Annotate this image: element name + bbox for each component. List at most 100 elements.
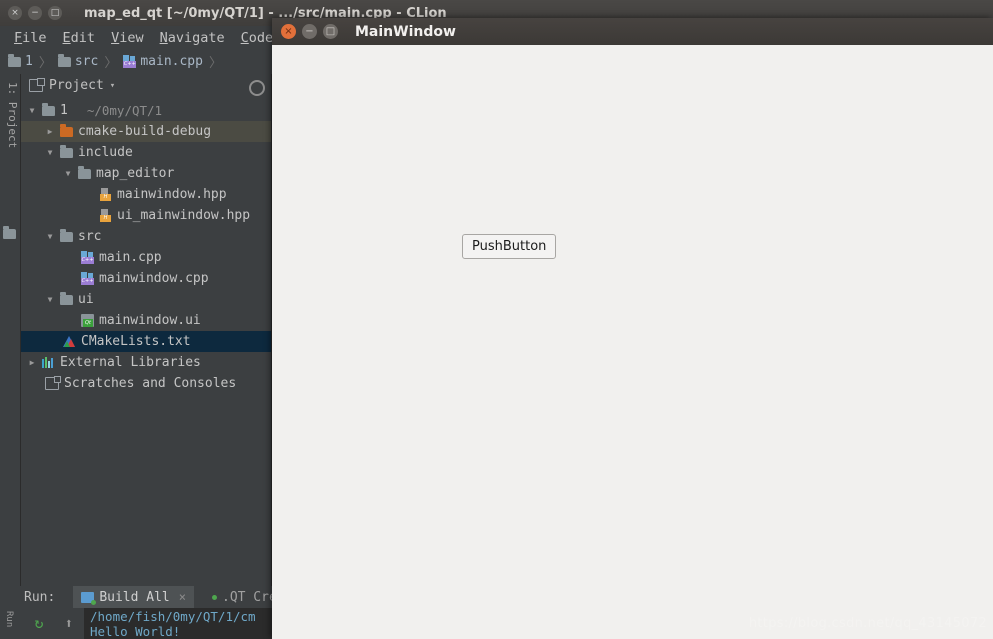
qt-titlebar: × − □ MainWindow bbox=[272, 18, 993, 45]
cpp-file-icon: C++ bbox=[123, 55, 137, 68]
tree-expand-arrow[interactable]: ▼ bbox=[63, 169, 73, 178]
status-dot-icon bbox=[212, 594, 217, 600]
project-tree[interactable]: ▼ 1 ~/0my/QT/1 ▶ cmake-build-debug ▼ inc… bbox=[21, 100, 271, 586]
tree-row-label: mainwindow.hpp bbox=[117, 187, 227, 202]
menu-rest: iew bbox=[119, 29, 144, 46]
tree-row-include[interactable]: ▼ include bbox=[21, 142, 271, 163]
scratches-icon bbox=[45, 376, 61, 390]
tree-row-label: mainwindow.cpp bbox=[99, 271, 209, 286]
tree-expand-arrow[interactable]: ▶ bbox=[27, 358, 37, 367]
project-panel-header: Project ▾ bbox=[21, 74, 271, 97]
tree-row-mainwindow-hpp[interactable]: H mainwindow.hpp bbox=[21, 184, 271, 205]
qt-ui-file-icon: Qt bbox=[81, 314, 94, 327]
tree-expand-arrow[interactable]: ▼ bbox=[45, 232, 55, 241]
tree-row-ui[interactable]: ▼ ui bbox=[21, 289, 271, 310]
breadcrumb-item-main-cpp[interactable]: C++ main.cpp bbox=[123, 54, 203, 69]
tree-row-label: src bbox=[78, 229, 102, 244]
qt-window-body: PushButton bbox=[272, 45, 993, 639]
folder-icon-orange bbox=[60, 123, 73, 137]
tree-row-ui-mainwindow-hpp[interactable]: H ui_mainwindow.hpp bbox=[21, 205, 271, 226]
ide-maximize-icon[interactable]: □ bbox=[48, 6, 62, 20]
project-structure-icon[interactable] bbox=[3, 225, 16, 241]
maximize-icon[interactable]: □ bbox=[323, 24, 338, 39]
chevron-down-icon[interactable]: ▾ bbox=[110, 81, 115, 91]
menu-rest: ile bbox=[22, 29, 47, 46]
tree-expand-arrow[interactable]: ▶ bbox=[45, 127, 55, 136]
tree-row-external-libraries[interactable]: ▶ External Libraries bbox=[21, 352, 271, 373]
run-tab-build-all[interactable]: Build All × bbox=[73, 586, 194, 608]
tree-row-label: mainwindow.ui bbox=[99, 313, 201, 328]
qt-window-title: MainWindow bbox=[355, 23, 456, 40]
tree-row-main-cpp[interactable]: C++ main.cpp bbox=[21, 247, 271, 268]
ide-minimize-icon[interactable]: − bbox=[28, 6, 42, 20]
rerun-icon: ↻ bbox=[34, 614, 44, 632]
header-file-icon: H bbox=[99, 188, 112, 201]
breadcrumb-label: src bbox=[74, 54, 99, 69]
minimize-icon[interactable]: − bbox=[302, 24, 317, 39]
tree-row-scratches-and-consoles[interactable]: Scratches and Consoles bbox=[21, 373, 271, 394]
breadcrumb-item-src[interactable]: src bbox=[57, 53, 99, 69]
menu-mnemonic: N bbox=[159, 29, 168, 46]
build-icon bbox=[81, 591, 97, 605]
folder-icon bbox=[3, 225, 16, 239]
folder-icon bbox=[57, 53, 71, 67]
push-button[interactable]: PushButton bbox=[462, 234, 557, 259]
menu-mnemonic: F bbox=[14, 29, 23, 46]
tree-row-label: include bbox=[78, 145, 133, 160]
folder-icon bbox=[42, 102, 55, 116]
left-tool-strip: 1: Project bbox=[0, 74, 21, 586]
cpp-file-icon: C++ bbox=[81, 272, 94, 285]
folder-icon bbox=[78, 165, 91, 179]
scroll-up-button[interactable]: ⬆ bbox=[54, 608, 84, 639]
tree-expand-arrow[interactable]: ▼ bbox=[45, 148, 55, 157]
breadcrumb-separator-icon: 〉 bbox=[104, 56, 118, 71]
breadcrumb-item-project[interactable]: 1 bbox=[8, 53, 33, 69]
tree-row-label: map_editor bbox=[96, 166, 175, 181]
run-vertical-label: Run bbox=[4, 611, 14, 628]
ide-window-controls: × − □ bbox=[8, 6, 62, 20]
tree-row-label: ui_mainwindow.hpp bbox=[117, 208, 251, 223]
run-gutter: Run bbox=[0, 608, 24, 639]
tree-row-src[interactable]: ▼ src bbox=[21, 226, 271, 247]
gear-icon[interactable] bbox=[249, 80, 265, 96]
close-icon[interactable]: × bbox=[179, 590, 186, 604]
tree-row-cmakelists-txt[interactable]: CMakeLists.txt bbox=[21, 331, 271, 352]
tree-row-map-editor[interactable]: ▼ map_editor bbox=[21, 163, 271, 184]
rerun-button[interactable]: ↻ bbox=[24, 608, 54, 639]
qt-mainwindow: × − □ MainWindow PushButton https://blog… bbox=[272, 18, 993, 639]
breadcrumb-separator-icon: 〉 bbox=[208, 56, 222, 71]
tree-row-cmake-build-debug[interactable]: ▶ cmake-build-debug bbox=[21, 121, 271, 142]
tree-row-label: cmake-build-debug bbox=[78, 124, 212, 139]
menu-rest: avigate bbox=[167, 29, 225, 46]
tree-row-label: main.cpp bbox=[99, 250, 162, 265]
cpp-file-icon: C++ bbox=[81, 251, 94, 264]
watermark: https://blog.csdn.net/qq_43145072 bbox=[748, 616, 987, 631]
tree-row-mainwindow-cpp[interactable]: C++ mainwindow.cpp bbox=[21, 268, 271, 289]
folder-icon bbox=[8, 53, 21, 67]
tree-row-project-root[interactable]: ▼ 1 ~/0my/QT/1 bbox=[21, 100, 271, 121]
folder-icon bbox=[60, 144, 73, 158]
tool-window-tab-project[interactable]: 1: Project bbox=[1, 82, 19, 148]
project-icon bbox=[29, 78, 45, 92]
breadcrumb-label: main.cpp bbox=[140, 54, 203, 69]
menu-item-file[interactable]: File bbox=[6, 29, 55, 47]
tree-row-label: CMakeLists.txt bbox=[81, 334, 191, 349]
folder-icon bbox=[60, 291, 73, 305]
libraries-icon bbox=[42, 357, 55, 368]
menu-item-view[interactable]: View bbox=[103, 29, 152, 47]
menu-item-edit[interactable]: Edit bbox=[55, 29, 104, 47]
tree-row-path: ~/0my/QT/1 bbox=[86, 103, 163, 118]
ide-close-icon[interactable]: × bbox=[8, 6, 22, 20]
menu-mnemonic: C bbox=[240, 29, 249, 46]
menu-rest: dit bbox=[70, 29, 96, 46]
close-icon[interactable]: × bbox=[281, 24, 296, 39]
tree-expand-arrow[interactable]: ▼ bbox=[45, 295, 55, 304]
tree-row-label: ui bbox=[78, 292, 94, 307]
breadcrumb-separator-icon: 〉 bbox=[38, 56, 52, 71]
tree-expand-arrow[interactable]: ▼ bbox=[27, 106, 37, 115]
menu-mnemonic: E bbox=[62, 29, 71, 46]
menu-item-navigate[interactable]: Navigate bbox=[152, 29, 233, 47]
breadcrumb-label: 1 bbox=[25, 54, 33, 69]
tree-row-mainwindow-ui[interactable]: Qt mainwindow.ui bbox=[21, 310, 271, 331]
menu-rest: ode bbox=[248, 29, 274, 46]
